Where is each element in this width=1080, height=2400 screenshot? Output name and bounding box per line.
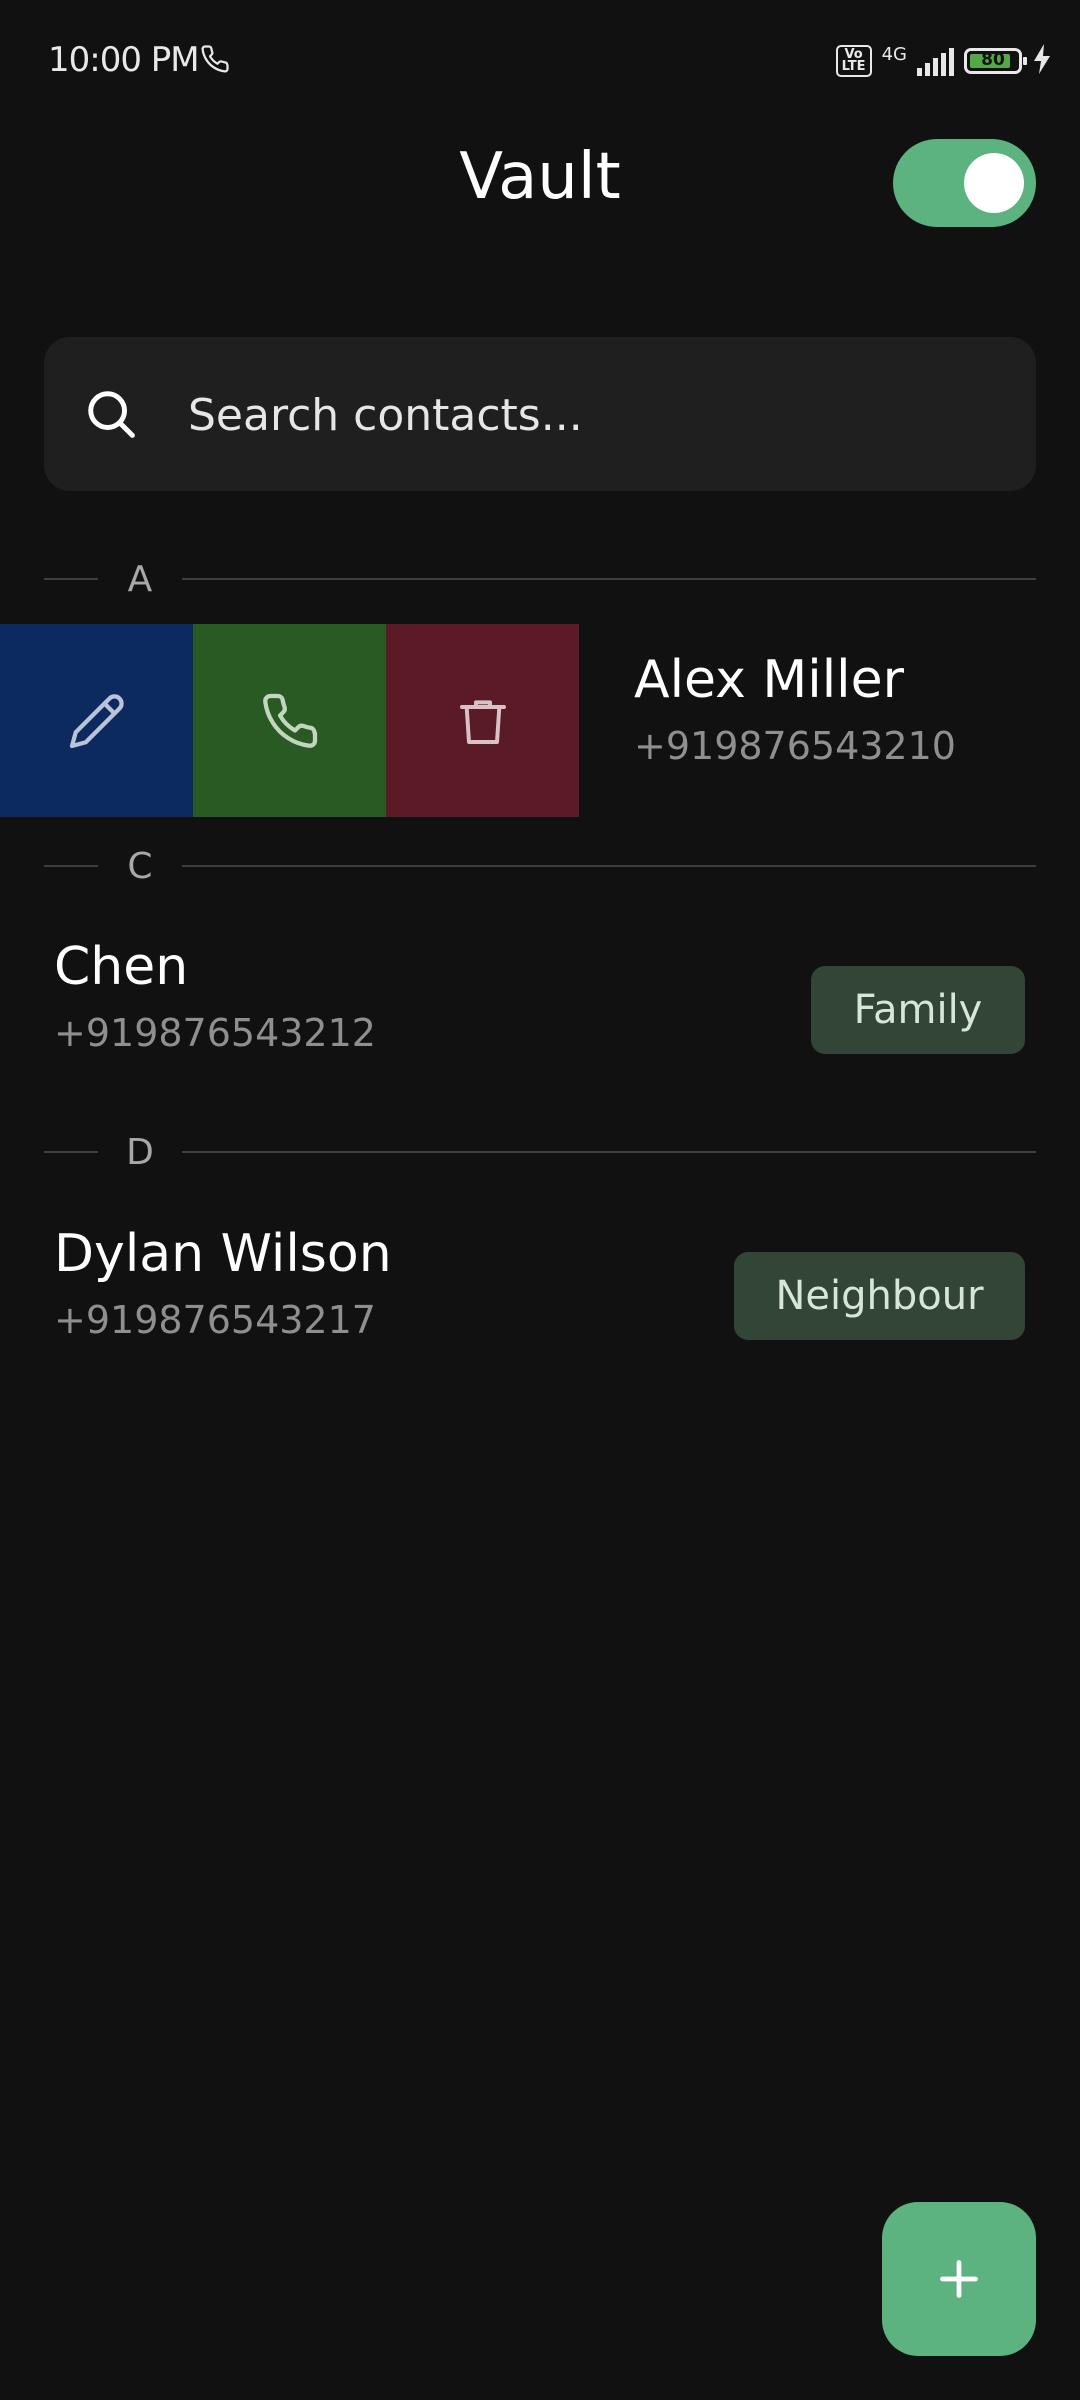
contact-phone: +919876543217 xyxy=(54,1298,376,1342)
vault-toggle[interactable] xyxy=(893,139,1036,227)
contact-name: Chen xyxy=(54,937,189,997)
section-header-a: A xyxy=(44,558,1036,600)
delete-contact-button[interactable] xyxy=(386,624,579,817)
plus-icon xyxy=(940,2260,978,2298)
contact-phone: +919876543212 xyxy=(54,1011,376,1055)
network-type: 4G xyxy=(881,43,907,65)
section-letter: C xyxy=(127,845,153,887)
volte-icon: Vo LTE xyxy=(835,45,872,77)
contact-tag[interactable]: Neighbour xyxy=(734,1252,1025,1340)
status-time: 10:00 PM xyxy=(48,40,200,80)
contact-name: Alex Miller xyxy=(634,650,904,710)
add-contact-button[interactable] xyxy=(882,2202,1036,2356)
trash-icon xyxy=(459,699,506,744)
battery-level: 80 xyxy=(981,50,1005,70)
contact-name: Dylan Wilson xyxy=(54,1224,392,1284)
phone-icon xyxy=(262,693,317,748)
contact-item[interactable]: Alex Miller +919876543210 xyxy=(634,650,956,768)
signal-icon xyxy=(917,46,954,76)
contact-tag[interactable]: Family xyxy=(811,966,1025,1054)
section-letter: D xyxy=(126,1131,154,1173)
battery-icon: 80 xyxy=(964,48,1027,74)
status-icons: Vo LTE 4G 80 xyxy=(835,43,1052,78)
search-bar[interactable] xyxy=(44,337,1036,491)
section-header-c: C xyxy=(44,845,1036,887)
search-input[interactable] xyxy=(186,377,990,453)
pencil-icon xyxy=(69,693,124,748)
edit-contact-button[interactable] xyxy=(0,624,193,817)
charging-icon xyxy=(1032,44,1052,78)
section-header-d: D xyxy=(44,1131,1036,1173)
toggle-knob xyxy=(964,153,1024,213)
contact-item[interactable]: Chen +919876543212 xyxy=(54,937,376,1055)
call-contact-button[interactable] xyxy=(193,624,386,817)
section-letter: A xyxy=(127,558,153,600)
contact-phone: +919876543210 xyxy=(634,724,956,768)
search-icon xyxy=(84,387,138,445)
call-status-icon xyxy=(200,44,230,78)
contact-item[interactable]: Dylan Wilson +919876543217 xyxy=(54,1224,392,1342)
